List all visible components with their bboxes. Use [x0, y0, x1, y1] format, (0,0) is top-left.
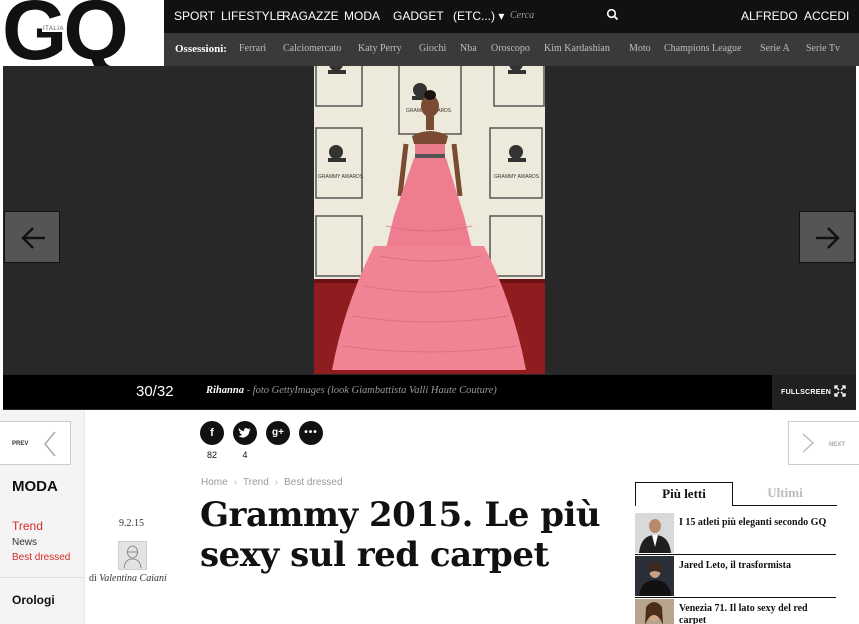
popular-item[interactable]: Venezia 71. Il lato sexy del red carpet: [635, 599, 836, 624]
facebook-icon: f: [200, 421, 224, 445]
breadcrumb-trend[interactable]: Trend: [243, 477, 269, 488]
svg-text:GRAMMY AWARDS: GRAMMY AWARDS: [494, 174, 540, 180]
obsession-link[interactable]: Moto: [629, 43, 651, 54]
obsession-link[interactable]: Ferrari: [239, 43, 266, 54]
obsession-link[interactable]: Oroscopo: [491, 43, 530, 54]
nav-ragazze[interactable]: RAGAZZE: [282, 9, 339, 23]
obsession-link[interactable]: Serie Tv: [806, 43, 840, 54]
obsession-link[interactable]: Katy Perry: [358, 43, 402, 54]
next-article-button[interactable]: NEXT: [788, 421, 859, 465]
breadcrumb-best-dressed[interactable]: Best dressed: [284, 477, 342, 488]
popular-thumb: [635, 556, 674, 596]
login-link[interactable]: ACCEDI: [804, 9, 849, 23]
share-googleplus[interactable]: g+: [265, 421, 291, 445]
popular-title: I 15 atleti più eleganti secondo GQ: [679, 517, 827, 528]
sidebar-link-news[interactable]: News: [12, 537, 37, 548]
breadcrumb: Home › Trend › Best dressed: [201, 477, 343, 488]
author-avatar[interactable]: [118, 541, 147, 570]
nav-moda[interactable]: MODA: [344, 9, 380, 23]
chevron-left-icon: [44, 431, 56, 457]
popular-title: Venezia 71. Il lato sexy del red carpet: [679, 603, 808, 624]
fullscreen-button[interactable]: FULLSCREEN: [772, 375, 856, 409]
expand-icon: [834, 385, 846, 397]
next-label: NEXT: [829, 442, 846, 448]
user-link[interactable]: ALFREDO: [741, 9, 798, 23]
obsession-link[interactable]: Calciomercato: [283, 43, 341, 54]
article-headline: Grammy 2015. Le più sexy sul red carpet: [200, 495, 601, 575]
popular-item[interactable]: I 15 atleti più eleganti secondo GQ: [635, 513, 836, 555]
chevron-right-icon: [802, 433, 815, 453]
more-icon: •••: [299, 421, 323, 445]
popular-thumb: [635, 513, 674, 553]
chevron-right-icon: ›: [233, 477, 238, 488]
caption-name: Rihanna: [206, 385, 244, 396]
popular-thumb: [635, 599, 674, 624]
obsessions-label: Ossessioni:: [175, 43, 227, 55]
nav-lifestyle[interactable]: LIFESTYLE: [221, 9, 284, 23]
gallery-caption-bar: 30/32 Rihanna - foto GettyImages (look G…: [3, 375, 856, 409]
popular-item[interactable]: Jared Leto, il trasformista: [635, 556, 836, 598]
breadcrumb-home[interactable]: Home: [201, 477, 228, 488]
svg-text:GRAMMY AWARDS: GRAMMY AWARDS: [318, 174, 364, 180]
tab-most-read[interactable]: Più letti: [635, 482, 733, 506]
obsession-link[interactable]: Giochi: [419, 43, 446, 54]
article-date: 9.2.15: [119, 518, 144, 529]
share-count: 82: [206, 450, 217, 460]
obsession-link[interactable]: Kim Kardashian: [544, 43, 610, 54]
prev-label: PREV: [12, 441, 29, 447]
caption-credit: - foto GettyImages (look Giambattista Va…: [243, 385, 497, 396]
tab-latest[interactable]: Ultimi: [733, 482, 837, 506]
sidebar-link-best-dressed[interactable]: Best dressed: [12, 552, 70, 563]
share-facebook[interactable]: f 82: [199, 421, 225, 460]
search-icon[interactable]: [606, 8, 620, 22]
google-plus-icon: g+: [266, 421, 290, 445]
site-header: GQ ITALIA SPORT LIFESTYLE RAGAZZE MODA G…: [0, 0, 859, 66]
gq-logo[interactable]: GQ ITALIA: [0, 0, 164, 66]
nav-etc-dropdown[interactable]: (ETC...) ▾: [453, 9, 504, 23]
obsession-link[interactable]: Serie A: [760, 43, 790, 54]
arrow-right-icon: [816, 227, 840, 249]
popular-title: Jared Leto, il trasformista: [679, 560, 792, 571]
avatar-placeholder-icon: [123, 545, 142, 569]
byline: di Valentina Caiani: [89, 573, 167, 584]
nav-gadget[interactable]: GADGET: [393, 9, 444, 23]
arrow-left-icon: [21, 227, 45, 249]
gallery-prev-button[interactable]: [4, 211, 60, 263]
twitter-icon: [233, 421, 257, 445]
gallery-next-button[interactable]: [799, 211, 855, 263]
fullscreen-label: FULLSCREEN: [781, 389, 832, 396]
share-more[interactable]: •••: [298, 421, 324, 445]
logo-text: GQ: [2, 0, 129, 66]
chevron-right-icon: ›: [274, 477, 279, 488]
photo-gallery: GRAMMY AWARDS GRAMMY AWARDS GRAMMY AWARD…: [3, 66, 856, 410]
share-twitter[interactable]: 4: [232, 421, 258, 460]
gallery-counter: 30/32: [136, 383, 174, 400]
byline-prefix: di: [89, 573, 100, 584]
nav-sport[interactable]: SPORT: [174, 9, 215, 23]
obsession-link[interactable]: Champions League: [664, 43, 741, 54]
share-count: 4: [242, 450, 248, 460]
logo-edition: ITALIA: [42, 26, 65, 32]
author-name[interactable]: Valentina Caiani: [99, 573, 167, 584]
obsessions-nav: Ossessioni: Ferrari Calciomercato Katy P…: [164, 33, 859, 66]
main-nav: SPORT LIFESTYLE RAGAZZE MODA GADGET (ETC…: [164, 0, 859, 33]
popular-tabs: Più letti Ultimi: [635, 482, 837, 506]
sidebar-link-orologi[interactable]: Orologi: [12, 593, 55, 607]
sidebar-link-trend[interactable]: Trend: [12, 519, 43, 533]
gallery-photo[interactable]: GRAMMY AWARDS GRAMMY AWARDS GRAMMY AWARD…: [314, 66, 545, 374]
section-title[interactable]: MODA: [12, 478, 58, 495]
red-carpet-photo: GRAMMY AWARDS GRAMMY AWARDS GRAMMY AWARD…: [314, 66, 545, 374]
photo-caption: Rihanna - foto GettyImages (look Giambat…: [206, 385, 497, 396]
prev-article-button[interactable]: PREV: [0, 421, 71, 465]
sidebar-divider: [0, 577, 85, 578]
obsession-link[interactable]: Nba: [460, 43, 477, 54]
